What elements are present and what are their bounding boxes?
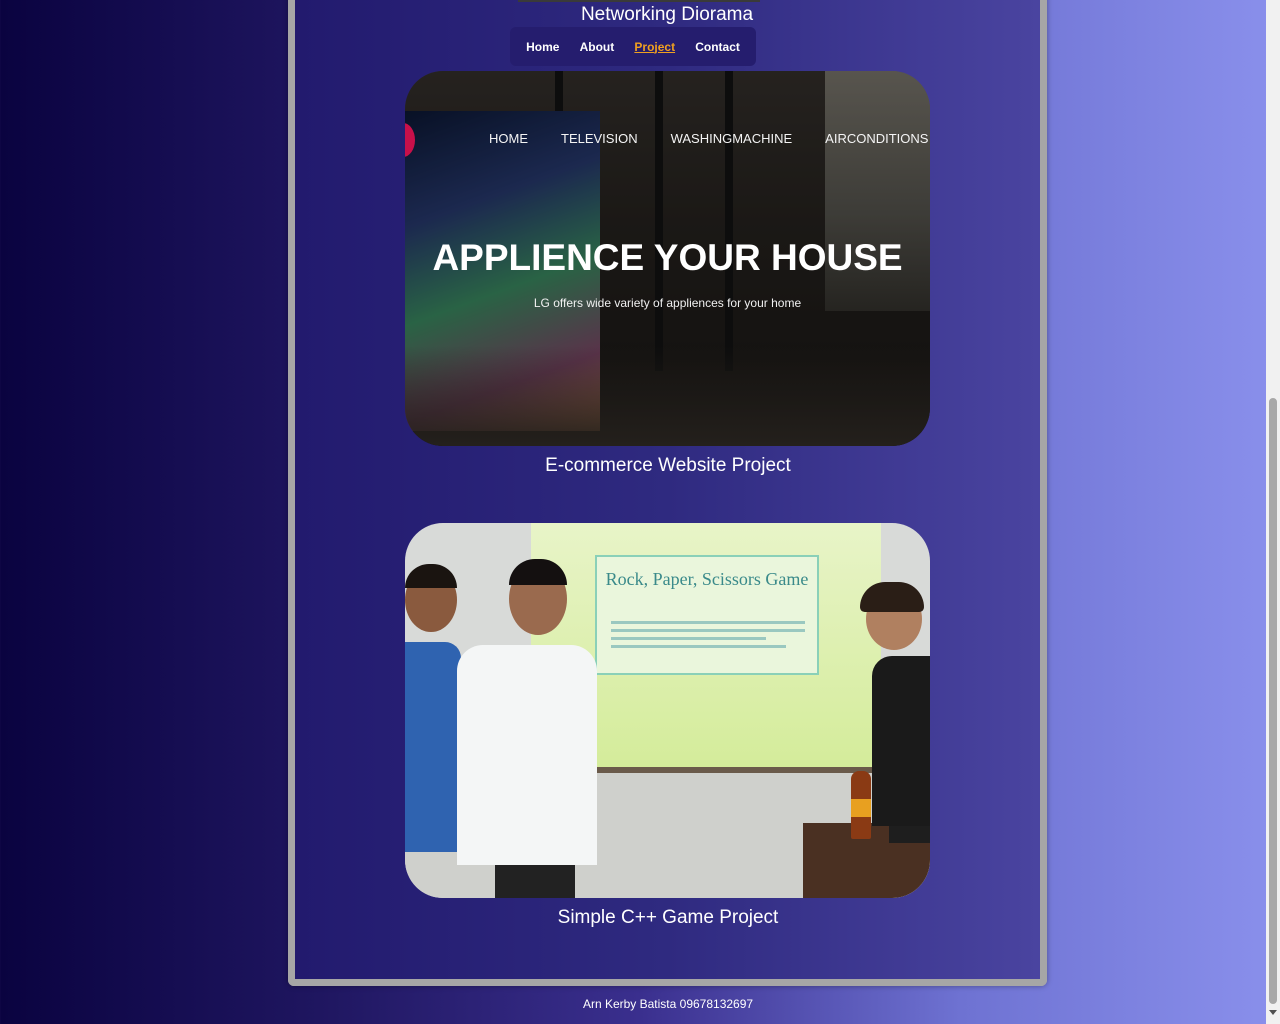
- slide-title: Rock, Paper, Scissors Game: [605, 569, 809, 589]
- game-project-photo: Rock, Paper, Scissors Game: [405, 523, 930, 898]
- ecommerce-project-image: HOME TELEVISION WASHINGMACHINE AIRCONDIT…: [405, 71, 930, 446]
- whiteboard-ledge: [565, 767, 885, 773]
- ecommerce-menu-item: WASHINGMACHINE: [670, 131, 793, 146]
- ecommerce-menu: HOME TELEVISION WASHINGMACHINE AIRCONDIT…: [489, 131, 928, 146]
- presentation-slide: Rock, Paper, Scissors Game: [595, 555, 819, 675]
- person-blue-shirt: [405, 564, 465, 898]
- project-caption: E-commerce Website Project: [0, 455, 1280, 477]
- project-caption: Simple C++ Game Project: [0, 907, 1280, 929]
- footer-contact: Arn Kerby Batista 09678132697: [582, 997, 754, 1011]
- ecommerce-menu-item: HOME: [489, 131, 528, 146]
- main-nav: Home About Project Contact: [510, 27, 756, 66]
- nav-contact-link[interactable]: Contact: [695, 40, 740, 54]
- person-white-shirt: [457, 559, 597, 898]
- nav-project-link[interactable]: Project: [634, 40, 675, 54]
- ecommerce-menu-item: AIRCONDITIONS: [825, 131, 929, 146]
- slide-text-lines: [611, 621, 805, 653]
- ecommerce-subline: LG offers wide variety of appliences for…: [533, 296, 802, 310]
- ecommerce-menu-item: TELEVISION: [561, 131, 638, 146]
- ecommerce-headline: APPLIENCE YOUR HOUSE: [432, 237, 903, 278]
- scroll-down-arrow-icon[interactable]: [1269, 1010, 1277, 1015]
- room-floor: [405, 346, 930, 446]
- scrollbar-thumb[interactable]: [1269, 398, 1277, 1004]
- top-divider: [518, 0, 760, 2]
- ecommerce-caption: E-commerce Website Project: [545, 455, 791, 476]
- nav-about-link[interactable]: About: [580, 40, 615, 54]
- site-title: Networking Diorama: [0, 4, 1280, 26]
- page-scrollbar[interactable]: [1266, 0, 1280, 1024]
- site-title-text: Networking Diorama: [580, 4, 754, 25]
- person-black-jacket: [860, 582, 930, 898]
- nav-home-link[interactable]: Home: [526, 40, 559, 54]
- game-caption: Simple C++ Game Project: [557, 907, 779, 928]
